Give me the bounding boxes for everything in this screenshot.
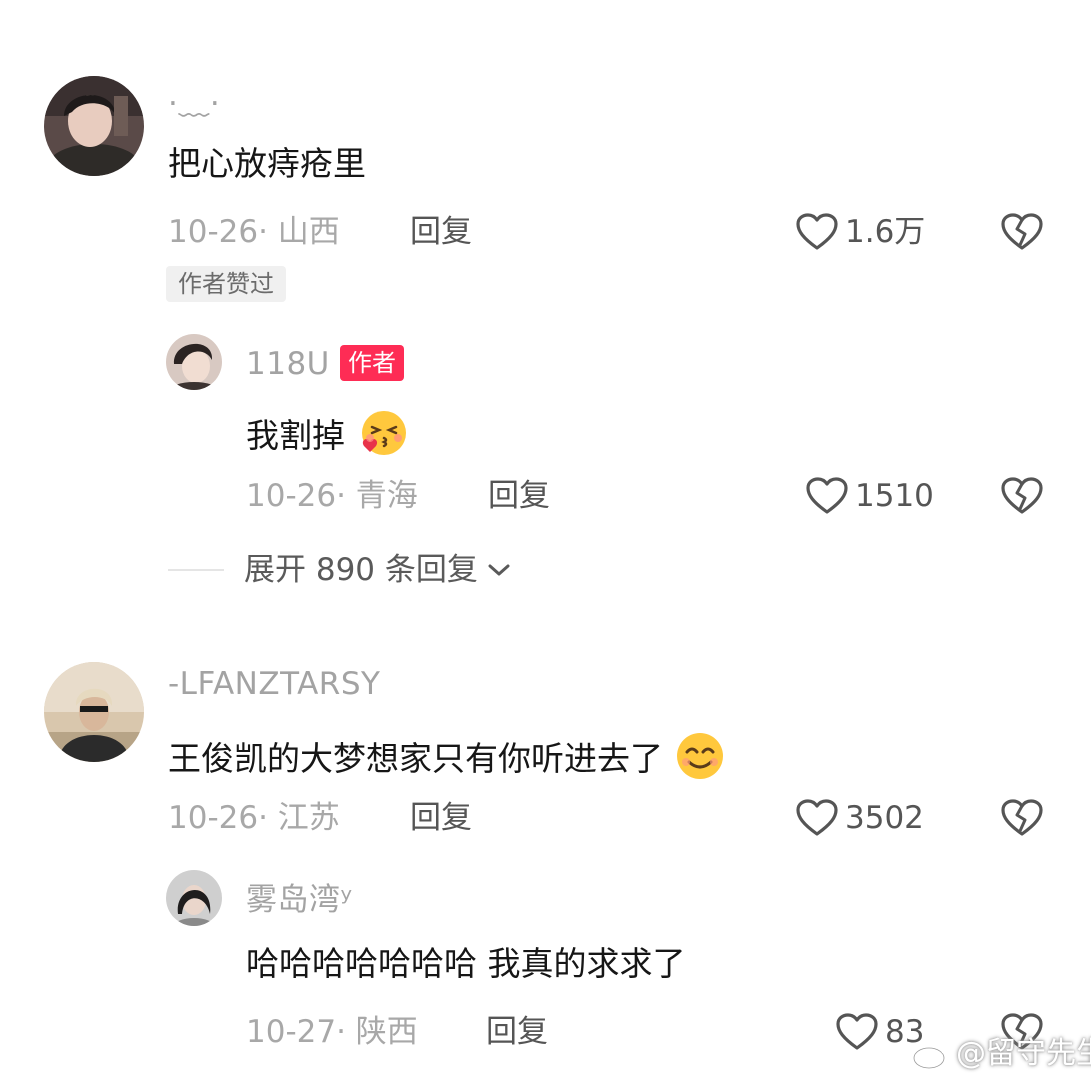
comment-text: 王俊凯的大梦想家只有你听进去了 bbox=[168, 730, 726, 791]
comment-username[interactable]: -LFANZTARSY bbox=[168, 666, 380, 702]
heart-outline-icon bbox=[805, 476, 849, 516]
avatar[interactable] bbox=[166, 334, 222, 390]
reply-date-location: 10-27· 陕西 bbox=[246, 1014, 418, 1050]
expand-replies-button[interactable]: 展开 890 条回复 bbox=[244, 552, 512, 588]
like-count: 3502 bbox=[845, 800, 924, 836]
reply-button[interactable]: 回复 bbox=[410, 214, 472, 250]
reply-text-content: 我割掉 bbox=[246, 416, 345, 455]
like-button[interactable]: 3502 bbox=[795, 798, 924, 838]
like-count: 1.6万 bbox=[845, 214, 926, 250]
reply-button[interactable]: 回复 bbox=[486, 1014, 548, 1050]
chevron-down-icon bbox=[488, 564, 510, 576]
avatar[interactable] bbox=[44, 76, 144, 176]
author-badge: 作者 bbox=[340, 345, 404, 381]
avatar[interactable] bbox=[166, 870, 222, 926]
broken-heart-icon bbox=[1000, 476, 1044, 516]
like-button[interactable]: 1.6万 bbox=[795, 212, 925, 252]
reply-text: 哈哈哈哈哈哈哈 我真的求求了 bbox=[246, 944, 686, 983]
heart-outline-icon bbox=[835, 1012, 879, 1052]
reply-button[interactable]: 回复 bbox=[488, 478, 550, 514]
reply-username[interactable]: 雾岛湾ʸ bbox=[246, 882, 353, 918]
heart-outline-icon bbox=[795, 798, 839, 838]
reply-button[interactable]: 回复 bbox=[410, 800, 472, 836]
reply-date-location: 10-26· 青海 bbox=[246, 478, 418, 514]
broken-heart-icon bbox=[1000, 212, 1044, 252]
avatar[interactable] bbox=[44, 662, 144, 762]
like-button[interactable]: 1510 bbox=[805, 476, 934, 516]
reply-text: 我割掉 bbox=[246, 408, 410, 467]
weibo-icon bbox=[912, 1040, 950, 1070]
face-blowing-kiss-icon bbox=[356, 408, 410, 467]
comment-username[interactable]: ·﹏· bbox=[168, 86, 220, 122]
comment-text-content: 王俊凯的大梦想家只有你听进去了 bbox=[168, 739, 663, 778]
expand-replies-label: 展开 890 条回复 bbox=[244, 552, 478, 588]
author-liked-badge: 作者赞过 bbox=[166, 266, 286, 302]
broken-heart-icon bbox=[1000, 798, 1044, 838]
comment-date-location: 10-26· 江苏 bbox=[168, 800, 340, 836]
dislike-button[interactable] bbox=[1000, 798, 1044, 838]
like-count: 1510 bbox=[855, 478, 934, 514]
comment-text: 把心放痔疮里 bbox=[168, 144, 366, 183]
reply-username[interactable]: 118U bbox=[246, 346, 330, 382]
heart-outline-icon bbox=[795, 212, 839, 252]
smiling-face-icon bbox=[674, 730, 726, 791]
dislike-button[interactable] bbox=[1000, 212, 1044, 252]
expand-divider bbox=[168, 569, 224, 571]
dislike-button[interactable] bbox=[1000, 476, 1044, 516]
weibo-watermark: @留守先生 bbox=[912, 1036, 1091, 1072]
comment-date-location: 10-26· 山西 bbox=[168, 214, 340, 250]
watermark-text: @留守先生 bbox=[956, 1036, 1091, 1071]
